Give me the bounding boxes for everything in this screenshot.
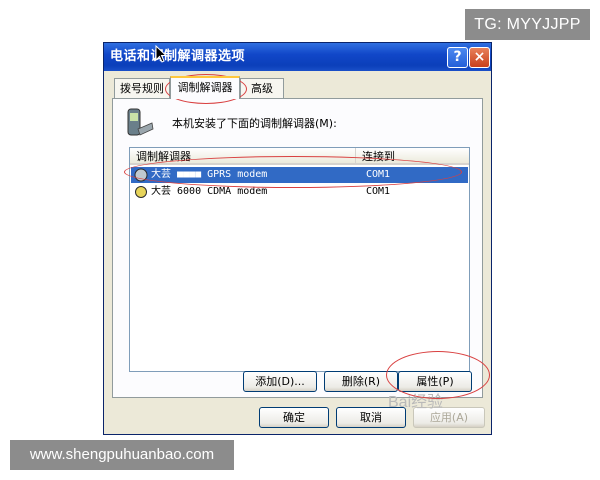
modems-list[interactable]: 调制解调器 连接到 大芸 ■■■■ GPRS modem COM1 大芸 600… <box>129 147 470 372</box>
ok-button[interactable]: 确定 <box>259 407 329 428</box>
column-header-attached-to[interactable]: 连接到 <box>355 148 469 165</box>
modem-icon <box>135 186 147 198</box>
modem-name: 大芸 ■■■■ GPRS modem <box>151 169 268 180</box>
list-item[interactable]: 大芸 ■■■■ GPRS modem COM1 <box>131 167 468 183</box>
tab-modems[interactable]: 调制解调器 <box>170 76 240 99</box>
watermark-top-right: TG: MYYJJPP <box>465 9 590 40</box>
modem-icon <box>134 168 148 182</box>
watermark-bottom-left: www.shengpuhuanbao.com <box>10 440 234 470</box>
list-item[interactable]: 大芸 6000 CDMA modem COM1 <box>131 184 468 200</box>
modem-name: 大芸 6000 CDMA modem <box>151 186 268 197</box>
column-header-modem[interactable]: 调制解调器 <box>130 148 355 165</box>
dialog-title: 电话和调制解调器选项 <box>110 49 246 64</box>
add-button[interactable]: 添加(D)... <box>243 371 317 392</box>
modem-port: COM1 <box>366 186 391 197</box>
mouse-cursor-icon <box>155 45 167 63</box>
phone-modem-icon <box>127 108 154 136</box>
remove-button[interactable]: 删除(R) <box>324 371 398 392</box>
tab-advanced[interactable]: 高级 <box>240 78 284 98</box>
dialog-window: 电话和调制解调器选项 ? × 拨号规则 调制解调器 高级 本机安装了下面的调制解… <box>103 42 492 435</box>
baidu-watermark: Bai经验 <box>388 394 444 411</box>
installed-modems-label: 本机安装了下面的调制解调器(M): <box>172 117 337 130</box>
help-button[interactable]: ? <box>447 47 468 68</box>
tab-dialing-rules[interactable]: 拨号规则 <box>114 78 170 98</box>
close-button[interactable]: × <box>469 47 490 68</box>
modem-port: COM1 <box>366 169 391 180</box>
